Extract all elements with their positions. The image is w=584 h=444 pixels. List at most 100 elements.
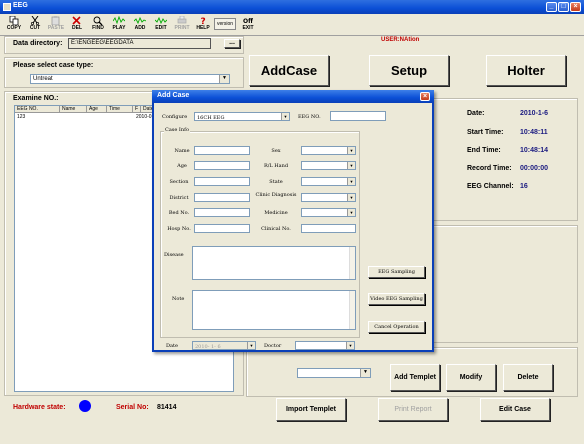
row-eeg-no: 123 [17, 114, 26, 120]
eeg-no-input[interactable] [330, 111, 386, 121]
addcase-button[interactable]: AddCase [249, 55, 329, 86]
edit-button[interactable]: EDIT [151, 15, 171, 34]
date-picker[interactable]: 2010- 1- 6 ▼ [192, 341, 256, 350]
date-label: Date: [467, 110, 485, 117]
chevron-down-icon[interactable]: ▼ [347, 178, 355, 185]
doctor-select[interactable]: ▼ [295, 341, 355, 350]
browse-button[interactable]: ... [224, 39, 240, 48]
chevron-down-icon[interactable]: ▼ [347, 162, 355, 169]
holter-button[interactable]: Holter [486, 55, 566, 86]
cut-label: CUT [29, 25, 41, 31]
print-report-button[interactable]: Print Report [378, 398, 448, 421]
play-label: PLAY [112, 25, 126, 31]
clinic-diagnosis-select[interactable]: ▼ [301, 193, 356, 202]
chevron-down-icon[interactable]: ▼ [346, 342, 354, 349]
dialog-close-button[interactable]: × [420, 92, 430, 101]
data-dir-input[interactable]: E:\ENGEEG\EEGDATA [68, 38, 211, 49]
video-eeg-sampling-button[interactable]: Video EEG Sampling [368, 293, 425, 305]
hardware-state-label: Hardware state: [13, 404, 66, 411]
play-button[interactable]: PLAY [109, 15, 129, 34]
row-date: 2010-0 [136, 114, 152, 120]
eeg-no-label: EEG NO. [298, 114, 321, 120]
add-button[interactable]: ADD [130, 15, 150, 34]
bed-no-input[interactable] [194, 208, 250, 217]
paste-button[interactable]: PASTE [46, 15, 66, 34]
chevron-down-icon[interactable]: ▼ [281, 113, 289, 120]
exit-icon: Off [243, 18, 253, 25]
help-button[interactable]: ? HELP [193, 15, 213, 34]
date-value: 2010-1-6 [520, 110, 549, 117]
add-templet-button[interactable]: Add Templet [390, 364, 440, 391]
disease-scrollbar[interactable] [349, 247, 355, 279]
case-type-label: Please select case type: [13, 62, 94, 69]
hand-select[interactable]: ▼ [301, 161, 356, 170]
name-input[interactable] [194, 146, 250, 155]
chevron-down-icon[interactable]: ▼ [347, 209, 355, 216]
templet-select[interactable]: ▼ [297, 368, 371, 378]
add-label: ADD [134, 25, 146, 31]
cut-button[interactable]: CUT [25, 15, 45, 34]
import-templet-button[interactable]: Import Templet [276, 398, 346, 421]
toolbar: COPY CUT PASTE DEL FIND PLAY ADD EDIT PR… [0, 14, 584, 36]
chevron-down-icon[interactable]: ▼ [360, 369, 370, 377]
district-input[interactable] [194, 193, 250, 202]
add-icon [134, 16, 146, 25]
maximize-button[interactable]: □ [558, 2, 569, 12]
find-label: FIND [92, 25, 104, 31]
record-time-value: 00:00:00 [520, 165, 549, 172]
chevron-down-icon[interactable]: ▼ [347, 147, 355, 154]
col-header-time[interactable]: Time [107, 106, 133, 113]
data-dir-value: E:\ENGEEG\EEGDATA [71, 40, 134, 46]
paste-icon [51, 16, 60, 25]
print-button[interactable]: PRINT [172, 15, 192, 34]
hosp-no-input[interactable] [194, 224, 250, 233]
version-button[interactable]: version [214, 18, 236, 30]
delete-icon [72, 16, 81, 25]
configure-select[interactable]: 16CH EEG ▼ [194, 112, 290, 121]
age-input[interactable] [194, 161, 250, 170]
case-type-select[interactable]: Untreat ▼ [30, 74, 230, 84]
add-case-dialog: Add Case × Configure 16CH EEG ▼ EEG NO. … [152, 90, 434, 352]
note-textarea[interactable] [192, 290, 356, 330]
hardware-status-indicator [79, 400, 91, 412]
medicine-select[interactable]: ▼ [301, 208, 356, 217]
section-input[interactable] [194, 177, 250, 186]
start-time-label: Start Time: [467, 129, 504, 136]
delete-button[interactable]: DEL [67, 15, 87, 34]
configure-value: 16CH EEG [197, 115, 225, 121]
chevron-down-icon[interactable]: ▼ [219, 75, 229, 83]
play-icon [113, 16, 125, 25]
state-select[interactable]: ▼ [301, 177, 356, 186]
disease-label: Disease [164, 252, 184, 258]
chevron-down-icon[interactable]: ▼ [247, 342, 255, 349]
clinical-no-input[interactable] [301, 224, 356, 233]
col-header-f[interactable]: F [133, 106, 141, 113]
delete-label: DEL [72, 25, 82, 31]
serial-value: 81414 [157, 404, 177, 411]
note-scrollbar[interactable] [349, 291, 355, 329]
col-header-age[interactable]: Age [87, 106, 107, 113]
disease-textarea[interactable] [192, 246, 356, 280]
chevron-down-icon[interactable]: ▼ [347, 194, 355, 201]
cancel-operation-button[interactable]: Cancel Operation [368, 321, 425, 333]
col-header-eeg-no[interactable]: EEG NO. [15, 106, 60, 113]
col-header-name[interactable]: Name [60, 106, 87, 113]
edit-case-button[interactable]: Edit Case [480, 398, 550, 421]
modify-button[interactable]: Modify [446, 364, 496, 391]
name-label: Name [174, 148, 190, 154]
copy-button[interactable]: COPY [4, 15, 24, 34]
sex-label: Sex [271, 148, 281, 154]
date-label: Date [166, 343, 178, 349]
edit-label: EDIT [155, 25, 167, 31]
minimize-button[interactable]: _ [546, 2, 557, 12]
eeg-channel-label: EEG Channel: [467, 183, 514, 190]
app-icon [3, 3, 11, 11]
sex-select[interactable]: ▼ [301, 146, 356, 155]
delete-templet-button[interactable]: Delete [503, 364, 553, 391]
eeg-sampling-button[interactable]: EEG Sampling [368, 266, 425, 278]
print-icon [177, 16, 187, 24]
close-button[interactable]: × [570, 2, 581, 12]
find-button[interactable]: FIND [88, 15, 108, 34]
exit-button[interactable]: Off EXIT [238, 15, 258, 34]
setup-button[interactable]: Setup [369, 55, 449, 86]
